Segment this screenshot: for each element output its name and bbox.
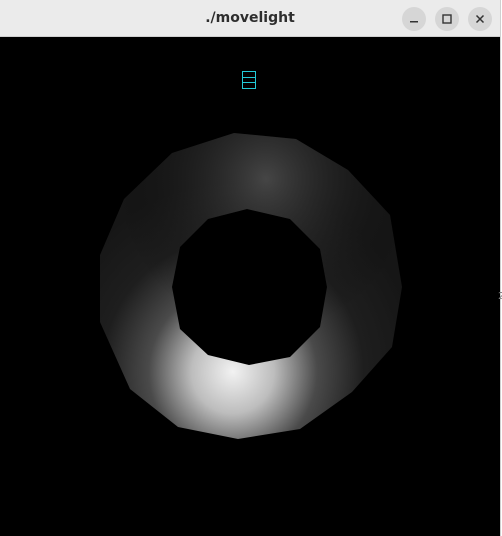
app-window: ./movelight (0, 0, 501, 536)
close-icon (475, 14, 485, 24)
light-marker-icon (242, 71, 256, 89)
title-bar[interactable]: ./movelight (0, 0, 500, 37)
torus-rim-highlight (100, 133, 402, 439)
torus-scene (100, 71, 402, 439)
gl-canvas[interactable] (0, 37, 500, 536)
minimize-icon (409, 14, 419, 24)
maximize-button[interactable] (435, 7, 459, 31)
maximize-icon (442, 14, 452, 24)
minimize-button[interactable] (402, 7, 426, 31)
edge-glyph: 2 (498, 291, 502, 302)
close-button[interactable] (468, 7, 492, 31)
